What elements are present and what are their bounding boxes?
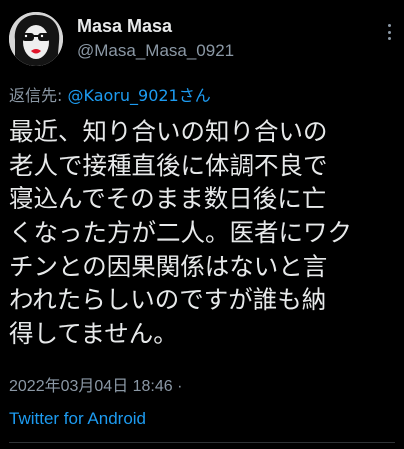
tweet-timestamp[interactable]: 2022年03月04日 18:46 · <box>9 377 182 397</box>
display-name[interactable]: Masa Masa <box>77 15 172 37</box>
tweet-text-line: われたらしいのですが誰も納 <box>9 285 327 315</box>
tweet-text-line: 老人で接種直後に体調不良で <box>9 150 328 180</box>
reply-mention-link[interactable]: @Kaoru_9021さん <box>67 86 210 105</box>
reply-prefix: 返信先: <box>9 86 68 105</box>
user-handle[interactable]: @Masa_Masa_0921 <box>77 40 234 62</box>
reply-to-line: 返信先: @Kaoru_9021さん <box>9 85 211 107</box>
divider <box>9 442 395 443</box>
tweet-text: 最近、知り合いの知り合いの 老人で接種直後に体調不良で 寝込んでそのまま数日後に… <box>9 115 401 351</box>
tweet-text-line: 最近、知り合いの知り合いの <box>9 117 328 146</box>
avatar[interactable] <box>9 12 63 66</box>
more-vertical-icon[interactable] <box>386 24 392 40</box>
tweet-text-line: 寝込んでそのまま数日後に亡 <box>9 184 327 214</box>
tweet-card: Masa Masa @Masa_Masa_0921 返信先: @Kaoru_90… <box>0 0 404 449</box>
tweet-text-line: チンとの因果関係はないと言 <box>9 251 328 281</box>
avatar-image <box>9 12 63 66</box>
tweet-text-line: 得してません。 <box>9 319 178 349</box>
tweet-text-line: くなった方が二人。医者にワク <box>9 218 352 248</box>
tweet-source-link[interactable]: Twitter for Android <box>9 408 146 430</box>
